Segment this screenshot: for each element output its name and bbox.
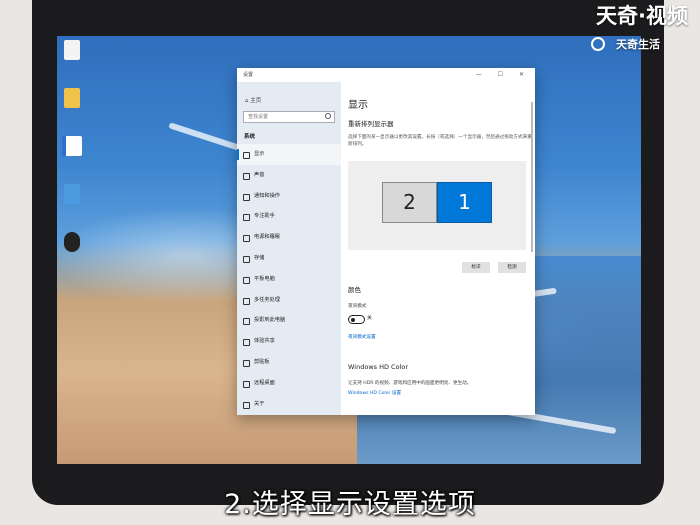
hdr-description: 让支持 HDR 的视频、游戏和应用中的画面更明亮、更生动。 — [348, 381, 472, 386]
night-light-state: 关 — [367, 316, 372, 321]
brand-watermark: 天奇·视频 — [596, 4, 688, 28]
night-light-label: 夜间模式 — [348, 304, 367, 309]
sidebar-item-label: 远程桌面 — [254, 379, 275, 386]
sidebar-section-title: 系统 — [244, 134, 256, 140]
sidebar-item-icon — [243, 235, 250, 243]
sidebar-item-icon — [243, 193, 250, 201]
sidebar-item-icon — [243, 297, 250, 305]
sidebar-item-label: 专注助手 — [254, 213, 275, 220]
sidebar-item-icon — [243, 339, 250, 347]
video-caption: 2.选择显示设置选项 — [224, 489, 476, 520]
sidebar-item-12[interactable]: 关于 — [237, 394, 341, 415]
sidebar-item-4[interactable]: 电源和睡眠 — [237, 227, 341, 248]
sidebar-item-0[interactable]: 显示 — [237, 144, 341, 165]
sidebar-item-label: 电源和睡眠 — [254, 234, 280, 241]
sidebar-item-2[interactable]: 通知和操作 — [237, 186, 341, 207]
sidebar-item-label: 显示 — [254, 151, 265, 157]
window-controls[interactable]: — ☐ ✕ — [476, 68, 531, 82]
sidebar-item-8[interactable]: 投影到此电脑 — [237, 310, 341, 331]
sidebar-item-icon — [243, 359, 250, 367]
sidebar-item-label: 平板电脑 — [254, 275, 275, 282]
sidebar-item-5[interactable]: 存储 — [237, 248, 341, 269]
search-placeholder: 查找设置 — [248, 114, 269, 120]
sidebar-item-label: 关于 — [254, 400, 265, 407]
desktop-folder-icon[interactable] — [59, 88, 85, 110]
sidebar-nav: 显示声音通知和操作专注助手电源和睡眠存储平板电脑多任务处理投影到此电脑 体验共享剪… — [237, 144, 341, 414]
sidebar-item-label: 多任务处理 — [254, 296, 280, 303]
window-title: 设置 — [243, 72, 254, 78]
sidebar-item-7[interactable]: 多任务处理 — [237, 290, 341, 311]
night-light-settings-link[interactable]: 夜间模式设置 — [348, 334, 376, 340]
arrange-description: 选择下面的某一显示器以更改其设置。长按（或选择）一个显示器，然后通过拖动方式来重… — [348, 135, 532, 147]
sidebar-item-10[interactable]: 剪贴板 — [237, 352, 341, 373]
sidebar-item-6[interactable]: 平板电脑 — [237, 269, 341, 290]
sidebar-home[interactable]: ⌂ 主页 — [237, 82, 341, 104]
home-label: 主页 — [250, 98, 262, 104]
sidebar-item-icon — [243, 172, 250, 180]
monitor-2[interactable]: 2 — [382, 182, 437, 223]
desktop-penguin-icon[interactable] — [59, 232, 85, 254]
identify-button[interactable]: 标识 — [462, 262, 490, 273]
sidebar-item-icon — [243, 214, 250, 222]
desktop-computer-icon[interactable] — [59, 184, 85, 206]
sidebar-item-label: 体验共享 — [254, 338, 275, 345]
sidebar-item-icon — [243, 318, 250, 326]
monitor-1[interactable]: 1 — [437, 182, 492, 223]
sidebar-item-icon — [243, 276, 250, 284]
sidebar-item-label: 剪贴板 — [254, 358, 270, 365]
brand-logo-icon — [591, 37, 605, 51]
settings-main: 显示 重新排列显示器 选择下面的某一显示器以更改其设置。长按（或选择）一个显示器… — [341, 82, 535, 415]
hdr-settings-link[interactable]: Windows HD Color 设置 — [348, 390, 401, 396]
page-title: 显示 — [348, 100, 368, 111]
desktop-file-icon[interactable] — [59, 40, 85, 62]
sidebar-item-label: 存储 — [254, 254, 265, 261]
search-icon — [325, 113, 331, 119]
night-light-toggle[interactable] — [348, 315, 365, 324]
sidebar-item-label: 声音 — [254, 171, 265, 178]
search-input[interactable]: 查找设置 — [243, 111, 335, 123]
sidebar-item-icon — [243, 380, 250, 388]
sidebar-item-label: 投影到此电脑 — [254, 317, 286, 324]
sidebar-item-1[interactable]: 声音 — [237, 165, 341, 186]
sidebar-item-label: 通知和操作 — [254, 192, 280, 199]
color-heading: 颜色 — [348, 286, 361, 294]
display-arrangement-area[interactable]: 2 1 — [348, 161, 526, 250]
scrollbar[interactable] — [531, 102, 533, 252]
detect-button[interactable]: 检测 — [498, 262, 526, 273]
sidebar-item-icon — [243, 255, 250, 263]
sidebar-item-3[interactable]: 专注助手 — [237, 206, 341, 227]
settings-sidebar: ⌂ 主页 查找设置 系统 显示声音通知和操作专注助手电源和睡眠存储平板电脑多任务… — [237, 82, 341, 415]
window-titlebar: 设置 — ☐ ✕ — [237, 68, 535, 82]
settings-window: 设置 — ☐ ✕ ⌂ 主页 查找设置 系统 显示声音通知和操作专注助手电源和睡眠… — [237, 68, 535, 415]
sidebar-item-11[interactable]: 远程桌面 — [237, 373, 341, 394]
hdr-heading: Windows HD Color — [348, 363, 409, 371]
sidebar-item-icon — [243, 401, 250, 409]
brand-watermark-small: 天奇生活 — [616, 38, 660, 51]
desktop-document-icon[interactable] — [59, 136, 85, 158]
arrange-heading: 重新排列显示器 — [348, 120, 394, 128]
sidebar-item-icon — [243, 152, 250, 159]
sidebar-item-9[interactable]: 体验共享 — [237, 331, 341, 352]
